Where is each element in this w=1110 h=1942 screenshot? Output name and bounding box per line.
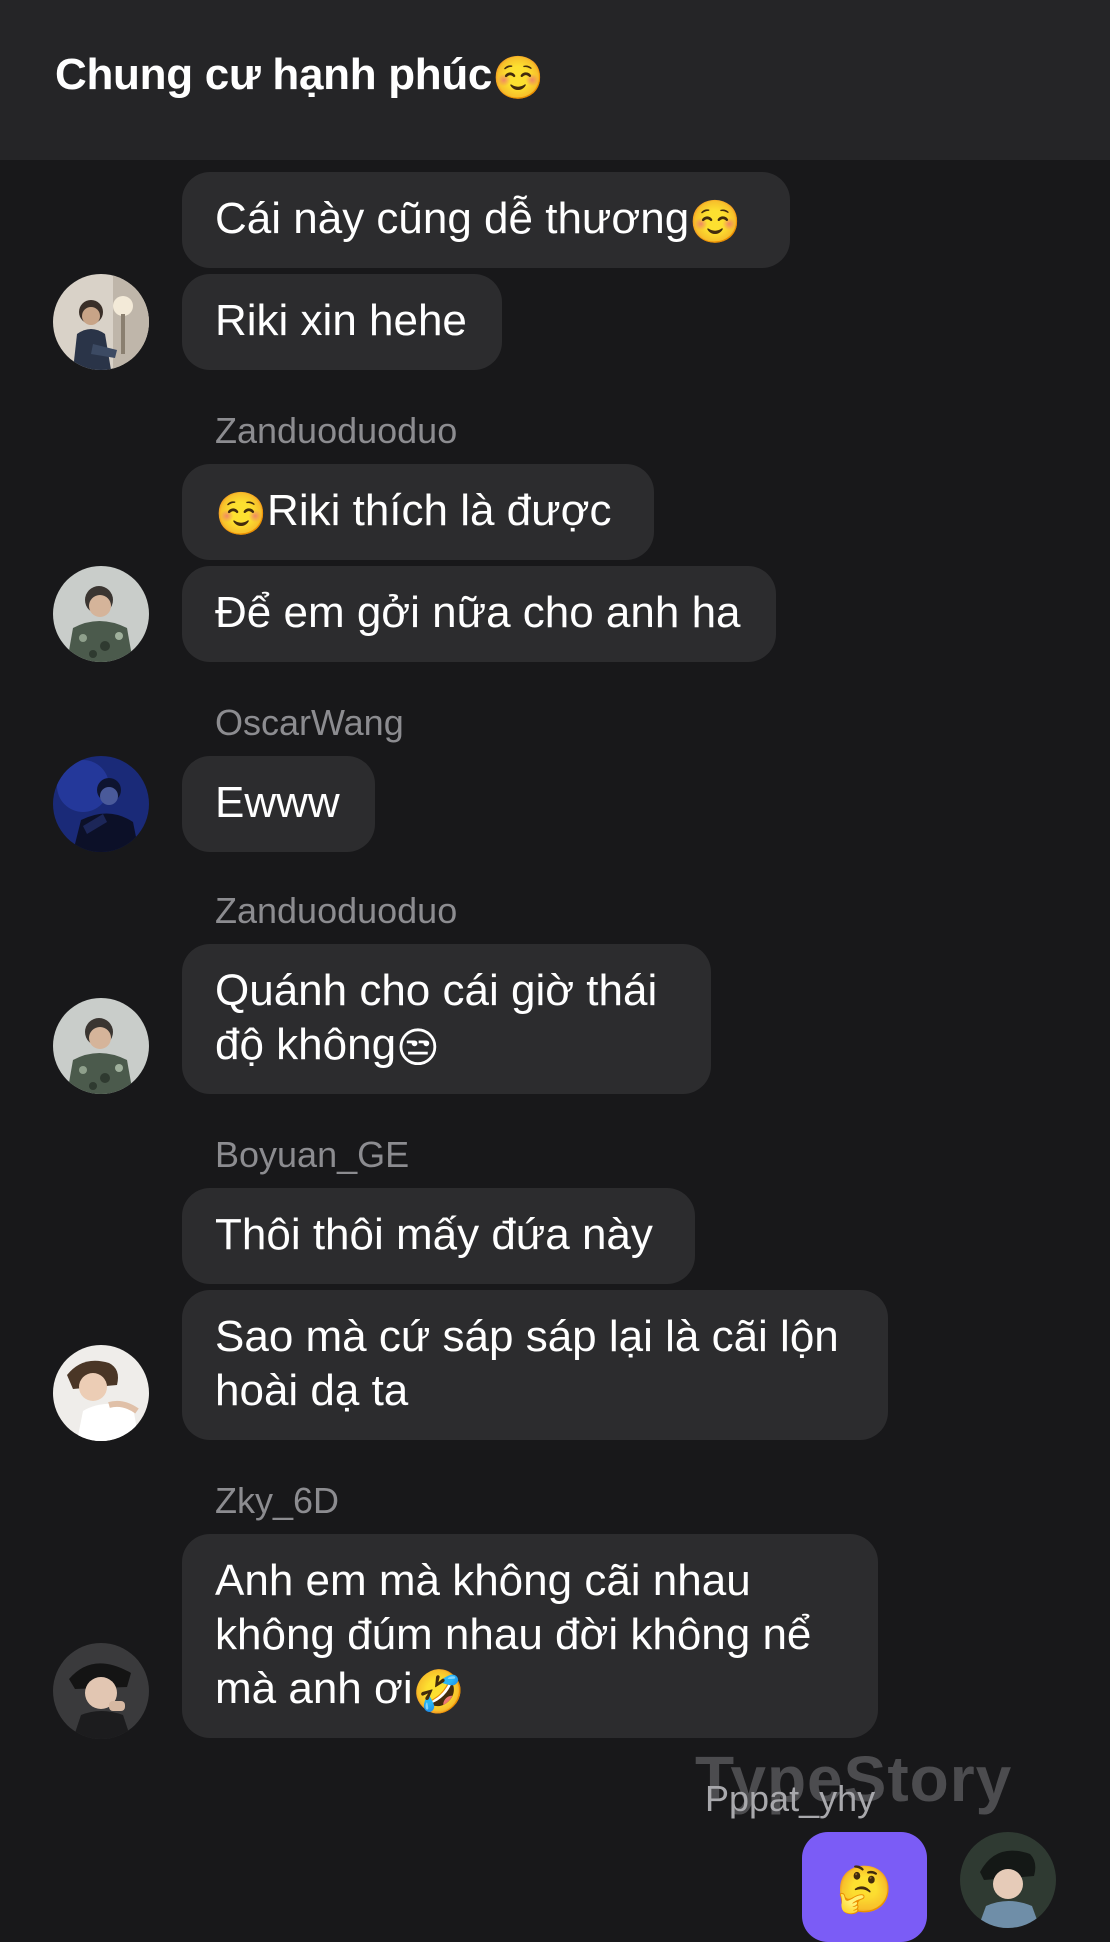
avatar-zanduoduoduo[interactable] xyxy=(53,566,149,662)
message-text-line: hoài dạ ta xyxy=(215,1366,409,1415)
avatar-zky[interactable] xyxy=(53,1643,149,1739)
message-bubble[interactable]: Quánh cho cái giờ thái độ không😒 xyxy=(182,944,711,1094)
avatar-zanduoduoduo[interactable] xyxy=(53,998,149,1094)
chat-title[interactable]: Chung cư hạnh phúc☺️ xyxy=(55,50,544,100)
message-text-line: độ không😒 xyxy=(215,1018,678,1072)
message-bubble[interactable]: ☺️Riki thích là được xyxy=(182,464,654,560)
message-text: Riki thích là được xyxy=(267,486,612,535)
message-bubble[interactable]: Anh em mà không cãi nhau không đúm nhau … xyxy=(182,1534,878,1738)
message-text: Cái này cũng dễ thương xyxy=(215,194,690,243)
message-text-line: Quánh cho cái giờ thái xyxy=(215,966,658,1015)
message-text: Ewww xyxy=(215,778,340,827)
message-text: mà anh ơi xyxy=(215,1664,413,1713)
avatar-boyuan[interactable] xyxy=(53,1345,149,1441)
message-text: độ không xyxy=(215,1020,397,1069)
message-bubble[interactable]: Thôi thôi mấy đứa này xyxy=(182,1188,695,1284)
avatar-pppat[interactable] xyxy=(960,1832,1056,1928)
unamused-face-icon: 😒 xyxy=(396,1023,440,1071)
message-text: Riki xin hehe xyxy=(215,296,467,345)
chat-title-text: Chung cư hạnh phúc xyxy=(55,50,493,99)
message-text-line: mà anh ơi🤣 xyxy=(215,1662,845,1716)
message-text-line: Anh em mà không cãi nhau xyxy=(215,1556,751,1605)
message-bubble[interactable]: Ewww xyxy=(182,756,375,852)
sender-name: Zky_6D xyxy=(215,1480,340,1521)
message-bubble[interactable]: Cái này cũng dễ thương☺️ xyxy=(182,172,790,268)
chat-header: Chung cư hạnh phúc☺️ xyxy=(0,0,1110,160)
smiling-face-icon: ☺️ xyxy=(215,489,268,537)
rolling-laughing-face-icon: 🤣 xyxy=(412,1667,465,1715)
sender-name: Boyuan_GE xyxy=(215,1134,410,1175)
avatar-oscarwang[interactable] xyxy=(53,756,149,852)
message-text: Để em gởi nữa cho anh ha xyxy=(215,588,741,637)
own-message-bubble[interactable]: 🤔 xyxy=(802,1832,927,1942)
smiling-face-icon: ☺️ xyxy=(689,197,742,245)
smiling-face-icon: ☺️ xyxy=(492,53,544,101)
avatar-riki[interactable] xyxy=(53,274,149,370)
thinking-face-icon: 🤔 xyxy=(836,1863,893,1915)
message-bubble[interactable]: Riki xin hehe xyxy=(182,274,502,370)
message-text-line: Sao mà cứ sáp sáp lại là cãi lộn xyxy=(215,1312,839,1361)
sender-name: Pppat_yhy xyxy=(705,1778,876,1819)
sender-name: Zanduoduoduo xyxy=(215,410,458,451)
message-text: Thôi thôi mấy đứa này xyxy=(215,1210,653,1259)
message-text-line: không đúm nhau đời không nể xyxy=(215,1610,812,1659)
message-bubble[interactable]: Sao mà cứ sáp sáp lại là cãi lộn hoài dạ… xyxy=(182,1290,888,1440)
sender-name: Zanduoduoduo xyxy=(215,890,458,931)
message-bubble[interactable]: Để em gởi nữa cho anh ha xyxy=(182,566,776,662)
sender-name: OscarWang xyxy=(215,702,404,743)
